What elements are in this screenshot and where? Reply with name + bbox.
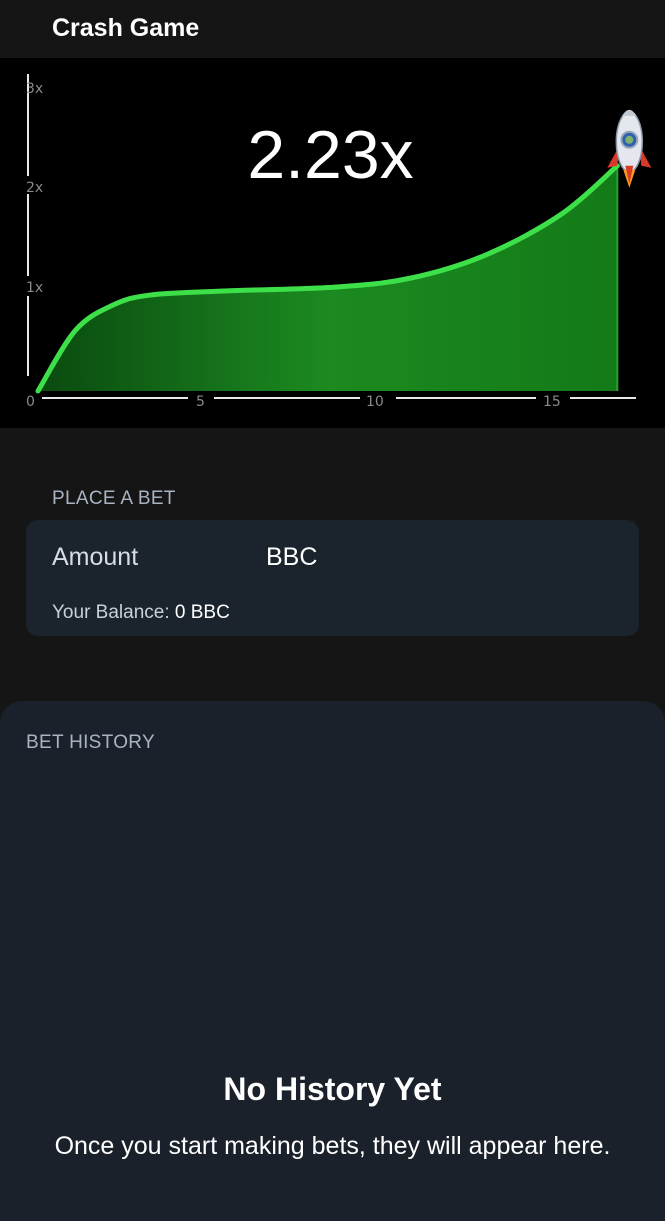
y-tick-3x: 3x [26,81,43,97]
top-bar: Crash Game [0,0,665,58]
bet-history-panel: BET HISTORY No History Yet Once you star… [0,701,665,1221]
balance-row: Your Balance: 0 BBC [52,602,230,624]
amount-label: Amount [52,543,139,571]
x-tick-10: 10 [366,394,384,410]
crash-chart-svg: 3x 2x 1x 0 5 10 15 [26,74,652,410]
multiplier-area [38,165,618,391]
currency-label: BBC [266,543,318,571]
x-tick-5: 5 [196,394,205,410]
x-tick-15: 15 [543,394,561,410]
empty-history-message: Once you start making bets, they will ap… [54,1132,611,1160]
current-multiplier: 2.23x [247,117,414,193]
place-bet-label: PLACE A BET [52,488,176,509]
crash-game-chart: 3x 2x 1x 0 5 10 15 2.23x [0,58,665,428]
y-tick-1x: 1x [26,280,43,296]
app-title: Crash Game [52,14,200,42]
balance-value: 0 BBC [174,602,230,623]
balance-label: Your Balance: [52,602,170,623]
x-tick-0: 0 [26,394,35,410]
empty-history-title: No History Yet [223,1071,442,1107]
bet-history-label: BET HISTORY [26,732,155,753]
bet-card: Amount BBC Your Balance: 0 BBC [26,520,639,636]
